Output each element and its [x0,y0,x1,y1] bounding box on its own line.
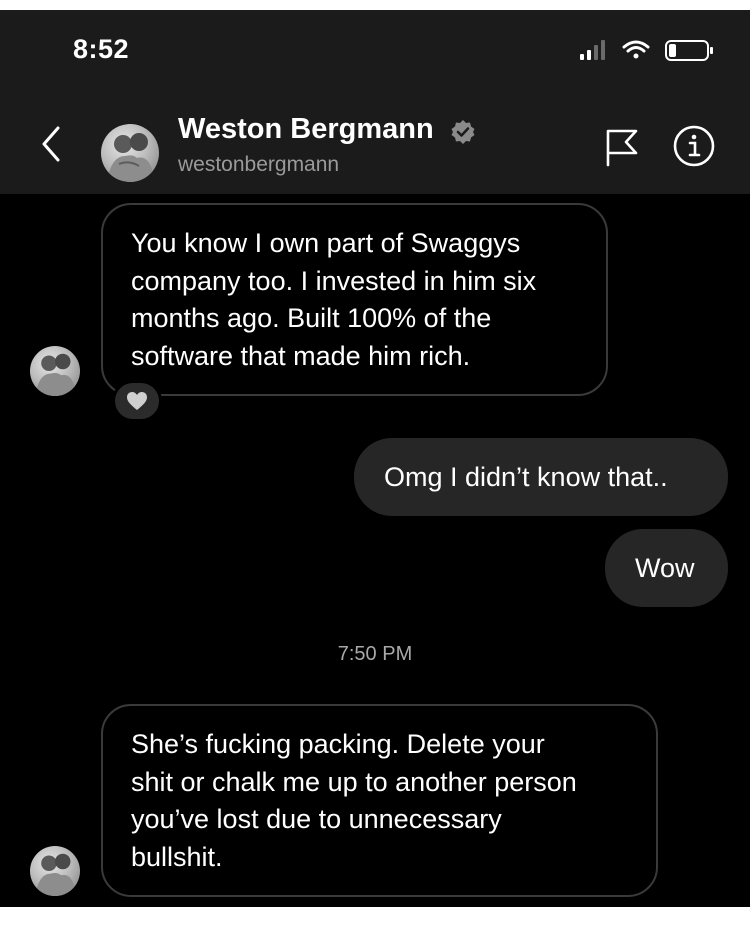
outgoing-message[interactable]: Wow [605,529,728,607]
sender-avatar[interactable] [30,346,80,396]
message-timestamp: 7:50 PM [337,643,413,665]
sender-avatar[interactable] [30,846,80,896]
incoming-message[interactable]: She’s fucking packing. Delete your shit … [101,704,658,897]
verified-badge-icon [451,120,475,144]
incoming-message[interactable]: You know I own part of Swaggys company t… [101,203,608,396]
flag-icon[interactable] [604,127,640,167]
status-icons [580,40,713,61]
wifi-icon [622,40,650,59]
dm-screen: 8:52 Weston Bergmann westonbergmann You … [0,10,750,907]
back-chevron-icon[interactable] [36,124,66,164]
heart-icon [127,392,147,410]
battery-icon [665,40,713,61]
outgoing-message[interactable]: Omg I didn’t know that.. [354,438,728,516]
contact-username: westonbergmann [178,153,340,176]
profile-avatar[interactable] [101,124,159,182]
message-reaction[interactable] [112,380,162,422]
header-bar: 8:52 Weston Bergmann westonbergmann [0,10,750,194]
status-time: 8:52 [73,34,130,64]
cellular-signal-icon [580,40,605,60]
info-icon[interactable] [672,124,716,168]
contact-name[interactable]: Weston Bergmann [178,113,434,146]
